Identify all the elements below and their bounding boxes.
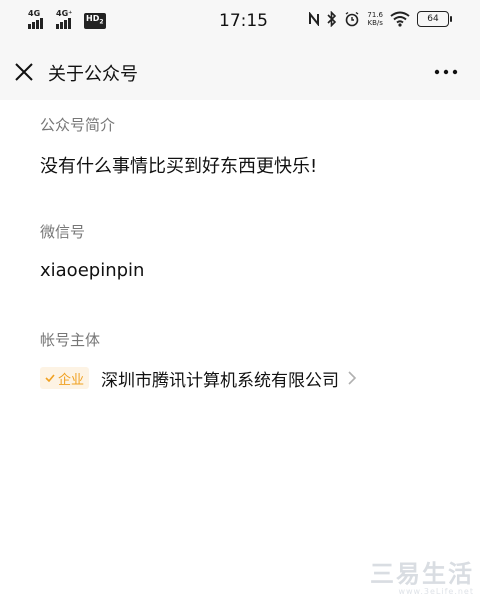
signal-icon-2: 4G⁺ bbox=[56, 9, 78, 29]
battery-level: 64 bbox=[417, 11, 449, 27]
wechat-id-label: 微信号 bbox=[40, 223, 86, 241]
account-entity-label: 帐号主体 bbox=[40, 331, 101, 349]
signal-icon: 4G bbox=[28, 9, 50, 29]
watermark-text: 三易生活 bbox=[370, 560, 474, 588]
status-time: 17:15 bbox=[219, 11, 268, 31]
signal-generation-label: 4G bbox=[28, 9, 41, 18]
enterprise-badge-label: 企业 bbox=[58, 372, 85, 388]
enterprise-badge: 企业 bbox=[40, 367, 90, 389]
status-left: 4G 4G⁺ HD2 bbox=[28, 9, 106, 29]
wechat-id-value: xiaoepinpin bbox=[40, 260, 145, 281]
intro-label: 公众号简介 bbox=[40, 116, 116, 134]
account-entity-row[interactable]: 企业 深圳市腾讯计算机系统有限公司 bbox=[40, 366, 357, 391]
close-icon[interactable] bbox=[12, 60, 36, 84]
account-entity-name: 深圳市腾讯计算机系统有限公司 bbox=[101, 370, 340, 391]
alarm-icon bbox=[345, 11, 359, 27]
hd-voice-icon: HD2 bbox=[84, 13, 106, 29]
nfc-icon bbox=[309, 12, 320, 26]
check-icon bbox=[45, 374, 55, 382]
status-right: 71.6 KB/s 64 bbox=[308, 11, 452, 27]
signal-generation-label-2: 4G⁺ bbox=[56, 9, 73, 18]
more-icon[interactable] bbox=[434, 64, 458, 80]
battery-icon: 64 bbox=[417, 11, 452, 27]
status-bar: 4G 4G⁺ HD2 17:15 71.6 KB/s 64 bbox=[0, 0, 480, 44]
wifi-icon bbox=[390, 11, 410, 27]
intro-text: 没有什么事情比买到好东西更快乐! bbox=[40, 156, 318, 177]
bluetooth-icon bbox=[327, 11, 337, 27]
chevron-right-icon bbox=[348, 371, 357, 385]
page-title: 关于公众号 bbox=[48, 64, 138, 85]
watermark: 三易生活 www.3eLife.net bbox=[370, 554, 474, 596]
network-speed: 71.6 KB/s bbox=[367, 11, 383, 27]
nav-bar: 关于公众号 bbox=[0, 44, 480, 100]
